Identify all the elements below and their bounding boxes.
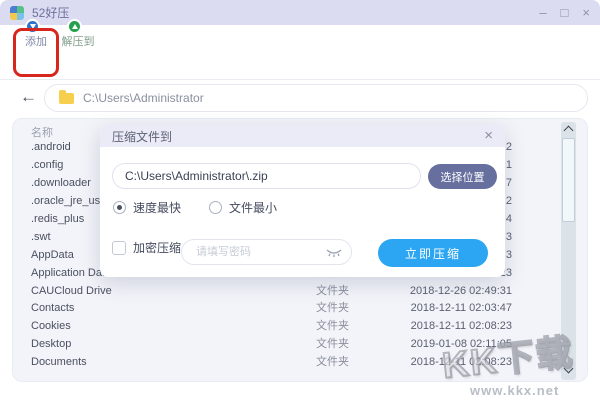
scrollbar-thumb[interactable] <box>562 138 575 222</box>
eye-closed-icon[interactable] <box>326 248 342 258</box>
add-button[interactable]: 添加 <box>15 30 57 49</box>
address-bar: ← C:\Users\Administrator <box>0 81 600 117</box>
arrow-down-icon <box>25 19 40 34</box>
file-type: 文件夹 <box>316 336 349 354</box>
title-bar: 52好压 – □ × <box>0 0 600 25</box>
file-type: 文件夹 <box>316 283 349 301</box>
folder-icon <box>59 93 74 104</box>
file-type: 文件夹 <box>316 318 349 336</box>
table-row[interactable]: Cookies 文件夹 2018-12-11 02:08:23 <box>13 318 587 336</box>
archive-path-input[interactable] <box>112 163 421 189</box>
compress-now-button[interactable]: 立即压缩 <box>378 239 488 267</box>
file-date: 2018-12-26 02:49:31 <box>410 283 512 301</box>
arrow-up-icon <box>67 19 82 34</box>
maximize-button[interactable]: □ <box>561 0 569 25</box>
password-input[interactable] <box>184 241 322 263</box>
file-date: 3 <box>506 247 512 265</box>
file-date: 2 <box>506 193 512 211</box>
extract-button-label: 解压到 <box>57 33 99 49</box>
file-name: Desktop <box>31 336 71 354</box>
scroll-up-icon[interactable] <box>564 126 574 136</box>
radio-selected-icon <box>113 201 126 214</box>
choose-location-button[interactable]: 选择位置 <box>428 164 497 189</box>
table-row[interactable]: CAUCloud Drive 文件夹 2018-12-26 02:49:31 <box>13 283 587 301</box>
password-field-wrap <box>181 239 352 265</box>
back-arrow-icon[interactable]: ← <box>20 87 37 107</box>
encrypt-checkbox[interactable] <box>112 241 126 255</box>
file-date: 3 <box>506 229 512 247</box>
compress-dialog: 压缩文件到 × 选择位置 速度最快 文件最小 加密压缩 立即压缩 <box>100 125 505 277</box>
file-name: Cookies <box>31 318 71 336</box>
scrollbar[interactable] <box>561 122 576 380</box>
file-date: 2018-12-11 02:08:23 <box>411 318 512 336</box>
file-date: 2018-12-11 02:08:23 <box>411 354 512 372</box>
file-type: 文件夹 <box>316 300 349 318</box>
minimize-button[interactable]: – <box>539 0 546 25</box>
file-name: AppData <box>31 247 74 265</box>
file-name: CAUCloud Drive <box>31 283 112 301</box>
watermark-site-text: www.kkx.net <box>470 383 559 398</box>
address-input[interactable]: C:\Users\Administrator <box>44 84 588 112</box>
file-name: .oracle_jre_usa <box>31 193 106 211</box>
add-button-label: 添加 <box>15 33 57 49</box>
window-title: 52好压 <box>32 4 69 21</box>
file-name: .android <box>31 139 71 157</box>
current-path: C:\Users\Administrator <box>83 91 204 105</box>
toolbar: 添加 解压到 <box>0 25 600 80</box>
file-date: 2 <box>506 139 512 157</box>
table-row[interactable]: Documents 文件夹 2018-12-11 02:08:23 <box>13 354 587 372</box>
file-date: 1 <box>506 157 512 175</box>
radio-fastest-speed[interactable]: 速度最快 <box>113 199 181 216</box>
file-type: 文件夹 <box>316 354 349 372</box>
radio-unselected-icon <box>209 201 222 214</box>
extract-to-button[interactable]: 解压到 <box>57 30 99 49</box>
encrypt-label: 加密压缩 <box>133 239 181 256</box>
radio-smallest-file[interactable]: 文件最小 <box>209 199 277 216</box>
table-row[interactable]: Contacts 文件夹 2018-12-11 02:03:47 <box>13 300 587 318</box>
close-button[interactable]: × <box>582 0 590 25</box>
encrypt-option: 加密压缩 <box>112 239 181 256</box>
compression-options: 速度最快 文件最小 <box>113 199 277 216</box>
dialog-close-icon[interactable]: × <box>484 125 493 147</box>
file-date: 2019-01-08 02:11:05 <box>411 336 512 354</box>
dialog-title: 压缩文件到 <box>112 128 172 145</box>
file-name: .redis_plus <box>31 211 84 229</box>
scroll-down-icon[interactable] <box>564 364 574 374</box>
dialog-header: 压缩文件到 × <box>100 125 505 147</box>
file-name: .downloader <box>31 175 91 193</box>
file-date: 4 <box>506 211 512 229</box>
file-name: Documents <box>31 354 87 372</box>
file-name: .swt <box>31 229 51 247</box>
file-date: 2018-12-11 02:03:47 <box>411 300 512 318</box>
table-row[interactable]: Desktop 文件夹 2019-01-08 02:11:05 <box>13 336 587 354</box>
app-logo-icon <box>10 6 24 20</box>
file-name: Contacts <box>31 300 74 318</box>
file-date: 7 <box>506 175 512 193</box>
file-name: .config <box>31 157 63 175</box>
